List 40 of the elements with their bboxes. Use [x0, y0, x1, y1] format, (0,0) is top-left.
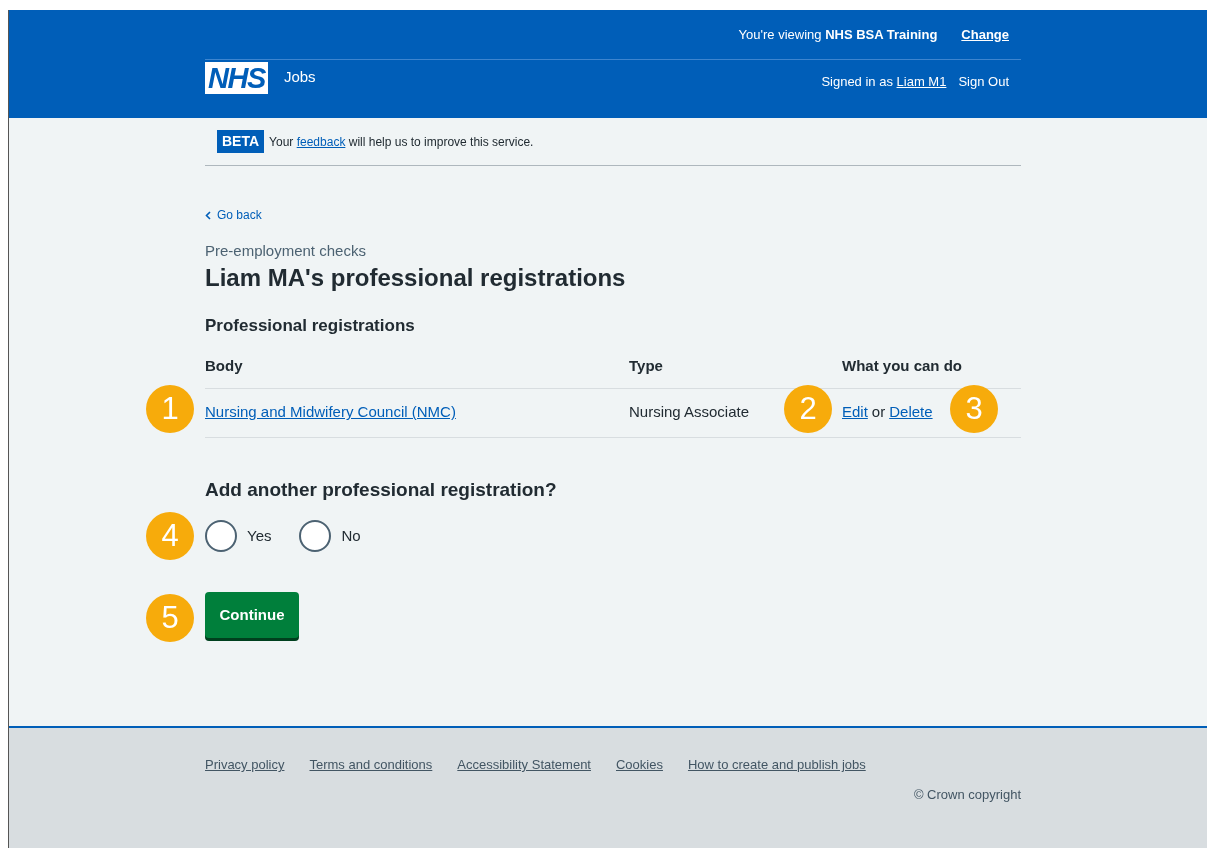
footer-link[interactable]: Cookies: [616, 755, 663, 775]
radio-button[interactable]: [299, 520, 332, 552]
chevron-left-icon: [205, 210, 211, 220]
footer-link[interactable]: How to create and publish jobs: [687, 755, 866, 775]
beta-tag: BETA: [217, 130, 265, 153]
step-number-badge: 2: [784, 385, 832, 433]
footer-link[interactable]: Privacy policy: [205, 755, 285, 775]
continue-button[interactable]: Continue: [205, 592, 299, 638]
registration-body-link[interactable]: Nursing and Midwifery Council (NMC): [205, 403, 456, 421]
feedback-message: Your feedback will help us to improve this service.: [269, 133, 534, 151]
service-name: Jobs: [283, 67, 316, 87]
delete-link[interactable]: Delete: [889, 403, 933, 421]
back-link[interactable]: Go back: [205, 206, 262, 224]
step-number-badge: 1: [146, 385, 194, 433]
step-number-badge: 3: [950, 385, 998, 433]
signed-in-text: Signed in as Liam M1: [821, 73, 947, 91]
copyright-text: © Crown copyright: [913, 785, 1021, 804]
conjunction-text: or: [871, 403, 886, 421]
sign-out-link[interactable]: Sign Out: [958, 72, 1009, 92]
step-number-badge: 4: [146, 512, 194, 560]
radio-label: No: [341, 525, 361, 546]
radio-label: Yes: [247, 525, 272, 546]
nhs-logo[interactable]: NHS: [205, 62, 268, 94]
footer-link[interactable]: Terms and conditions: [309, 755, 433, 775]
change-link[interactable]: Change: [961, 24, 1009, 45]
viewing-organisation-text: You're viewing NHS BSA Training: [738, 25, 938, 44]
page-caption: Pre-employment checks: [205, 241, 366, 261]
step-number-badge: 5: [146, 594, 194, 642]
question-legend: Add another professional registration?: [205, 475, 557, 504]
radio-button[interactable]: [205, 520, 237, 552]
table-cell: Nursing Associate: [629, 403, 750, 421]
footer-link[interactable]: Accessibility Statement: [457, 755, 591, 775]
page-title: Liam MA's professional registrations: [205, 262, 626, 293]
column-header: Type: [629, 356, 663, 374]
user-name-link[interactable]: Liam M1: [896, 74, 947, 89]
table-heading: Professional registrations: [205, 314, 415, 337]
column-header: Body: [205, 356, 243, 374]
column-header: What you can do: [842, 356, 962, 374]
edit-link[interactable]: Edit: [842, 403, 868, 421]
feedback-link[interactable]: feedback: [296, 134, 346, 149]
